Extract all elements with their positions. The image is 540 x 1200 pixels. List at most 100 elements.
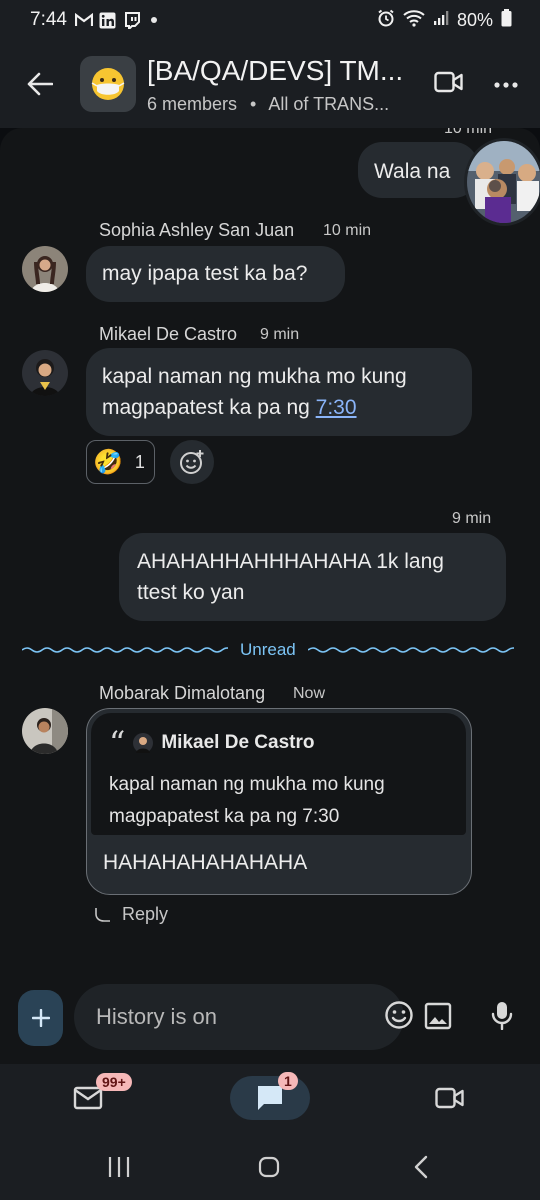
wavy-line-right [307, 647, 514, 653]
status-time: 7:44 [30, 9, 67, 30]
battery-percent: 80% [456, 9, 493, 30]
add-emoji-icon [180, 450, 204, 474]
message-text: kapal naman ng mukha mo kung magpapatest… [102, 365, 407, 419]
nav-mail[interactable]: 99+ [58, 1073, 132, 1120]
quote-icon: “ [109, 724, 126, 762]
chevron-left-icon [414, 1155, 428, 1179]
status-bar: 7:44 80% [0, 0, 540, 40]
mail-icon [73, 1086, 103, 1110]
message-bubble-with-quote[interactable]: “ Mikael De Castro kapal naman ng mukha … [86, 708, 472, 895]
space-avatar-mask-emoji[interactable] [80, 56, 136, 112]
home-icon [258, 1156, 280, 1178]
back-arrow-icon [27, 72, 53, 96]
quote-text: kapal naman ng mukha mo kung magpapatest… [109, 774, 385, 827]
space-title: [BA/QA/DEVS] TM... [147, 54, 404, 86]
composer [0, 980, 540, 1064]
reaction-count: 1 [134, 451, 145, 472]
message-time: Now [293, 685, 326, 702]
chat-bubble-icon [258, 1086, 282, 1110]
subtitle-separator: • [250, 93, 257, 114]
avatar-sophia[interactable] [22, 246, 68, 292]
add-reaction-button[interactable] [170, 440, 214, 484]
system-back-button[interactable] [413, 1155, 429, 1184]
emoji-button[interactable] [384, 1000, 414, 1035]
profile-photo [22, 708, 68, 754]
message-bubble[interactable]: may ipapa test ka ba? [86, 246, 345, 302]
avatar-mobarak[interactable] [22, 708, 68, 754]
quoted-message[interactable]: “ Mikael De Castro kapal naman ng mukha … [91, 713, 466, 835]
message-bubble[interactable]: kapal naman ng mukha mo kung magpapatest… [86, 348, 472, 436]
message-time: 9 min [452, 510, 492, 527]
more-notifications-dot [150, 17, 157, 23]
message-time: 10 min [444, 128, 493, 137]
own-message-bubble[interactable]: AHAHAHHAHHHAHAHA 1k lang ttest ko yan [119, 533, 506, 621]
voice-input-button[interactable] [490, 1000, 514, 1035]
wavy-line-left [22, 647, 228, 653]
plus-icon [31, 1009, 50, 1027]
sender-name: Mikael De Castro [99, 324, 238, 344]
sender-name: Sophia Ashley San Juan [99, 220, 295, 240]
face-with-mask-icon [91, 68, 125, 100]
space-audience: All of TRANS... [268, 93, 390, 114]
home-button[interactable] [258, 1156, 280, 1183]
own-message-bubble[interactable]: Wala na [358, 142, 478, 198]
battery-icon [501, 8, 512, 32]
recent-apps-button[interactable] [108, 1156, 130, 1183]
linkedin-icon [99, 11, 117, 29]
more-horizontal-icon [494, 82, 518, 88]
video-call-button[interactable] [434, 71, 464, 98]
video-camera-icon [434, 71, 463, 92]
group-photo-avatar [467, 141, 540, 223]
message-input[interactable] [96, 1004, 384, 1030]
profile-photo [22, 246, 68, 292]
microphone-icon [491, 1002, 513, 1031]
chat-unread-badge: 1 [278, 1072, 298, 1090]
message-text: AHAHAHHAHHHAHAHA 1k lang ttest ko yan [137, 550, 444, 604]
notification-icons [74, 11, 157, 29]
sender-name: Mobarak Dimalotang [99, 683, 266, 703]
back-button[interactable] [0, 40, 80, 128]
unread-label: Unread [240, 640, 296, 659]
rofl-emoji-icon: 🤣 [93, 448, 123, 476]
unread-divider: Unread [22, 638, 518, 662]
reaction-chip[interactable]: 🤣 1 [86, 440, 155, 484]
image-upload-button[interactable] [424, 1002, 452, 1035]
message-time: 9 min [260, 326, 300, 343]
quote-author: Mikael De Castro [161, 732, 315, 753]
message-text: Wala na [374, 160, 451, 183]
alarm-icon [377, 9, 395, 32]
message-list[interactable]: 10 min Wala na Sophia Ashley San Juan 10… [0, 128, 540, 980]
quote-header: “ Mikael De Castro [109, 724, 450, 762]
system-navigation-bar [0, 1138, 540, 1200]
space-title-block[interactable]: [BA/QA/DEVS] TM... 6 members • All of TR… [147, 54, 417, 115]
time-link[interactable]: 7:30 [316, 396, 357, 419]
smiley-icon [385, 1000, 413, 1029]
message-text: HAHAHAHAHAHAHA [103, 851, 308, 874]
add-attachment-button[interactable] [18, 990, 63, 1046]
member-count: 6 members [147, 93, 238, 114]
signal-icon [433, 10, 449, 31]
gmail-icon [74, 11, 93, 29]
message-time: 10 min [323, 222, 372, 239]
image-icon [424, 1002, 452, 1030]
reply-label: Reply [122, 904, 169, 924]
wifi-icon [403, 9, 425, 32]
nav-chat[interactable]: 1 [230, 1072, 310, 1120]
avatar-mikael[interactable] [22, 350, 68, 396]
space-header: [BA/QA/DEVS] TM... 6 members • All of TR… [0, 40, 540, 128]
quote-author-avatar [133, 733, 154, 753]
more-options-button[interactable] [494, 75, 518, 93]
read-receipt-avatar[interactable] [464, 138, 540, 226]
reply-button[interactable]: Reply [94, 904, 168, 925]
profile-photo [22, 350, 68, 396]
message-input-container[interactable] [74, 984, 413, 1050]
video-camera-icon [435, 1087, 464, 1109]
message-text: may ipapa test ka ba? [102, 262, 308, 285]
twitch-icon [123, 11, 141, 29]
bottom-navigation: 99+ 1 [0, 1064, 540, 1138]
mail-unread-badge: 99+ [96, 1073, 132, 1091]
space-subtitle: 6 members • All of TRANS... [147, 94, 417, 115]
nav-meet[interactable] [420, 1076, 480, 1120]
reply-arrow-icon [95, 907, 110, 922]
recent-apps-icon [108, 1157, 130, 1177]
